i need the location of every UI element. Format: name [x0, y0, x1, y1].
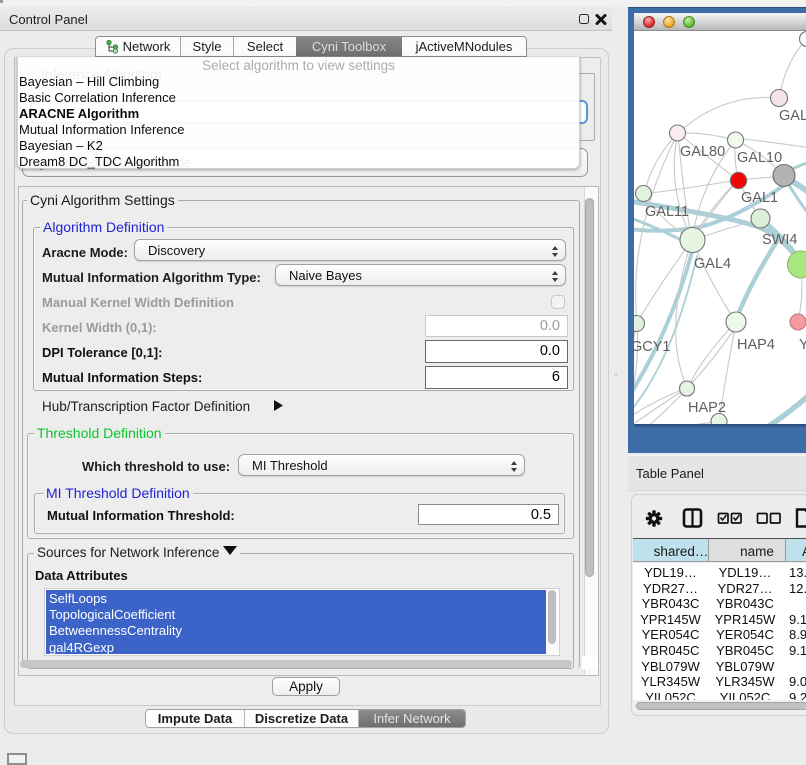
- svg-text:GAL80: GAL80: [680, 144, 725, 160]
- svg-text:GCY1: GCY1: [634, 339, 671, 355]
- svg-text:Y: Y: [799, 337, 806, 353]
- svg-text:SWI4: SWI4: [762, 232, 797, 248]
- svg-text:GAL7: GAL7: [779, 108, 806, 124]
- svg-text:HAP2: HAP2: [688, 400, 726, 416]
- svg-text:GAL4: GAL4: [694, 256, 731, 272]
- svg-text:HAP4: HAP4: [737, 337, 775, 353]
- svg-text:GAL1: GAL1: [741, 190, 778, 206]
- svg-text:GAL11: GAL11: [645, 204, 689, 220]
- svg-text:GAL10: GAL10: [737, 150, 782, 166]
